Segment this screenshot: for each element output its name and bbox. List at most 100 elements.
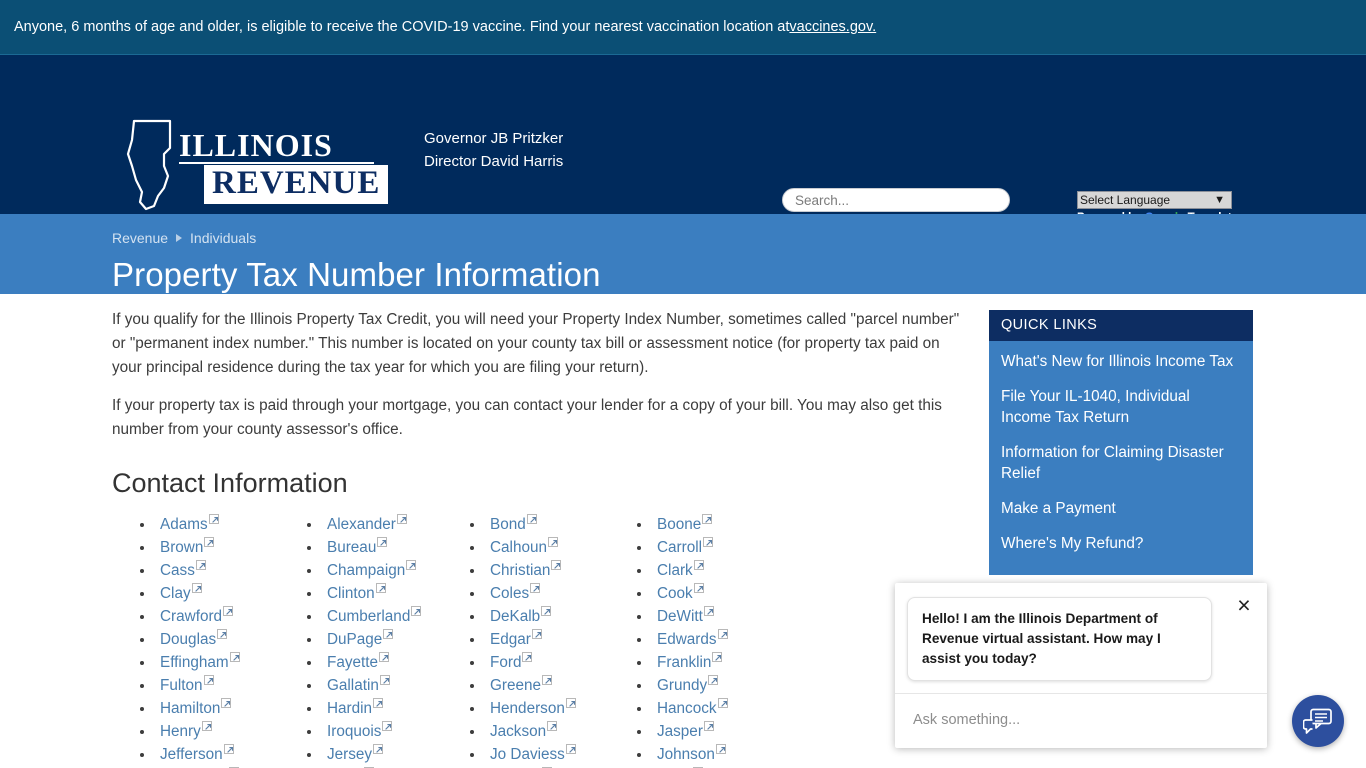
list-item: Henry (132, 720, 299, 743)
list-item: Cook (629, 582, 799, 605)
county-link[interactable]: Greene (490, 677, 541, 694)
list-item: Coles (462, 582, 629, 605)
county-link[interactable]: Bond (490, 516, 526, 533)
vaccines-gov-link[interactable]: vaccines.gov. (789, 19, 876, 35)
county-link[interactable]: Johnson (657, 746, 715, 763)
county-link[interactable]: Hardin (327, 700, 372, 717)
list-item: Gallatin (299, 674, 462, 697)
external-link-icon (531, 629, 542, 639)
county-link[interactable]: Edgar (490, 631, 531, 648)
county-link[interactable]: Fayette (327, 654, 378, 671)
county-link[interactable]: Effingham (160, 654, 229, 671)
county-link[interactable]: Jersey (327, 746, 372, 763)
list-item: Iroquois (299, 720, 462, 743)
chat-launcher-button[interactable] (1292, 695, 1344, 747)
county-link[interactable]: Brown (160, 539, 203, 556)
county-link[interactable]: Christian (490, 562, 550, 579)
county-link[interactable]: Champaign (327, 562, 405, 579)
list-item: Boone (629, 513, 799, 536)
breadcrumb-item-individuals[interactable]: Individuals (190, 230, 256, 246)
external-link-icon (541, 606, 552, 616)
quick-link-file-il1040[interactable]: File Your IL-1040, Individual Income Tax… (1001, 386, 1241, 428)
county-link[interactable]: Carroll (657, 539, 702, 556)
county-link[interactable]: Franklin (657, 654, 711, 671)
county-link[interactable]: Calhoun (490, 539, 547, 556)
list-item: Bureau (299, 536, 462, 559)
list-item: DeKalb (462, 605, 629, 628)
chat-input[interactable] (895, 694, 1267, 746)
county-link[interactable]: Edwards (657, 631, 717, 648)
county-link[interactable]: Clay (160, 585, 191, 602)
officials-block: Governor JB Pritzker Director David Harr… (424, 127, 563, 173)
intro-paragraph-2: If your property tax is paid through you… (112, 397, 942, 438)
county-link[interactable]: Bureau (327, 539, 376, 556)
county-link[interactable]: Coles (490, 585, 529, 602)
county-link[interactable]: Ford (490, 654, 521, 671)
county-link[interactable]: Cumberland (327, 608, 410, 625)
external-link-icon (379, 675, 390, 685)
list-item: Champaign (299, 559, 462, 582)
external-link-icon (195, 560, 206, 570)
director-name: Director David Harris (424, 153, 564, 170)
external-link-icon (373, 744, 384, 754)
logo-revenue-text: REVENUE (204, 165, 389, 204)
list-item: Fayette (299, 651, 462, 674)
county-links-grid: Adams Brown Cass Clay Crawford Douglas Effingh… (132, 513, 972, 768)
county-link[interactable]: DeWitt (657, 608, 703, 625)
county-link[interactable]: Jo Daviess (490, 746, 565, 763)
county-link[interactable]: Henderson (490, 700, 565, 717)
quick-link-whats-new[interactable]: What's New for Illinois Income Tax (1001, 351, 1241, 372)
county-link[interactable]: Grundy (657, 677, 707, 694)
external-link-icon (377, 537, 388, 547)
external-link-icon (717, 698, 728, 708)
county-link[interactable]: DuPage (327, 631, 382, 648)
list-item: Crawford (132, 605, 299, 628)
external-link-icon (396, 514, 407, 524)
external-link-icon (703, 606, 714, 616)
breadcrumb-item-revenue[interactable]: Revenue (112, 230, 168, 246)
search-input[interactable] (782, 188, 1010, 212)
county-link[interactable]: Alexander (327, 516, 396, 533)
county-link[interactable]: Jackson (490, 723, 546, 740)
language-select[interactable]: Select Language (1077, 191, 1232, 209)
external-link-icon (375, 583, 386, 593)
list-item: Hancock (629, 697, 799, 720)
county-link[interactable]: Jasper (657, 723, 703, 740)
page-title-band: Revenue Individuals Property Tax Number … (0, 214, 1366, 294)
county-link[interactable]: Douglas (160, 631, 216, 648)
close-icon[interactable]: × (1232, 594, 1256, 618)
county-link[interactable]: Boone (657, 516, 701, 533)
language-select-shell[interactable]: Select Language ▼ (1077, 191, 1232, 209)
county-link[interactable]: Jefferson (160, 746, 223, 763)
site-logo[interactable]: ILLINOIS REVENUE (124, 118, 389, 212)
county-link[interactable]: Clark (657, 562, 693, 579)
county-link[interactable]: Crawford (160, 608, 222, 625)
quick-link-make-a-payment[interactable]: Make a Payment (1001, 498, 1241, 519)
external-link-icon (703, 537, 714, 547)
county-link[interactable]: DeKalb (490, 608, 540, 625)
county-link[interactable]: Cass (160, 562, 195, 579)
county-link[interactable]: Clinton (327, 585, 375, 602)
county-link[interactable]: Adams (160, 516, 208, 533)
list-item: Clinton (299, 582, 462, 605)
county-link[interactable]: Iroquois (327, 723, 381, 740)
external-link-icon (703, 721, 714, 731)
county-link[interactable]: Cook (657, 585, 693, 602)
breadcrumb: Revenue Individuals (112, 229, 1366, 247)
list-item: Effingham (132, 651, 299, 674)
list-item: Bond (462, 513, 629, 536)
illinois-state-outline-icon (126, 119, 172, 211)
external-link-icon (547, 537, 558, 547)
county-link[interactable]: Hamilton (160, 700, 220, 717)
external-link-icon (379, 652, 390, 662)
quick-link-wheres-my-refund[interactable]: Where's My Refund? (1001, 533, 1241, 554)
article-column: If you qualify for the Illinois Property… (112, 308, 972, 768)
county-link[interactable]: Henry (160, 723, 201, 740)
county-link[interactable]: Gallatin (327, 677, 379, 694)
county-link[interactable]: Hancock (657, 700, 717, 717)
intro-paragraph-1: If you qualify for the Illinois Property… (112, 311, 960, 376)
county-link[interactable]: Fulton (160, 677, 203, 694)
county-column-3: Bond Calhoun Christian Coles DeKalb Edgar Ford… (462, 513, 629, 768)
external-link-icon (191, 583, 202, 593)
quick-link-disaster-relief[interactable]: Information for Claiming Disaster Relief (1001, 442, 1241, 484)
